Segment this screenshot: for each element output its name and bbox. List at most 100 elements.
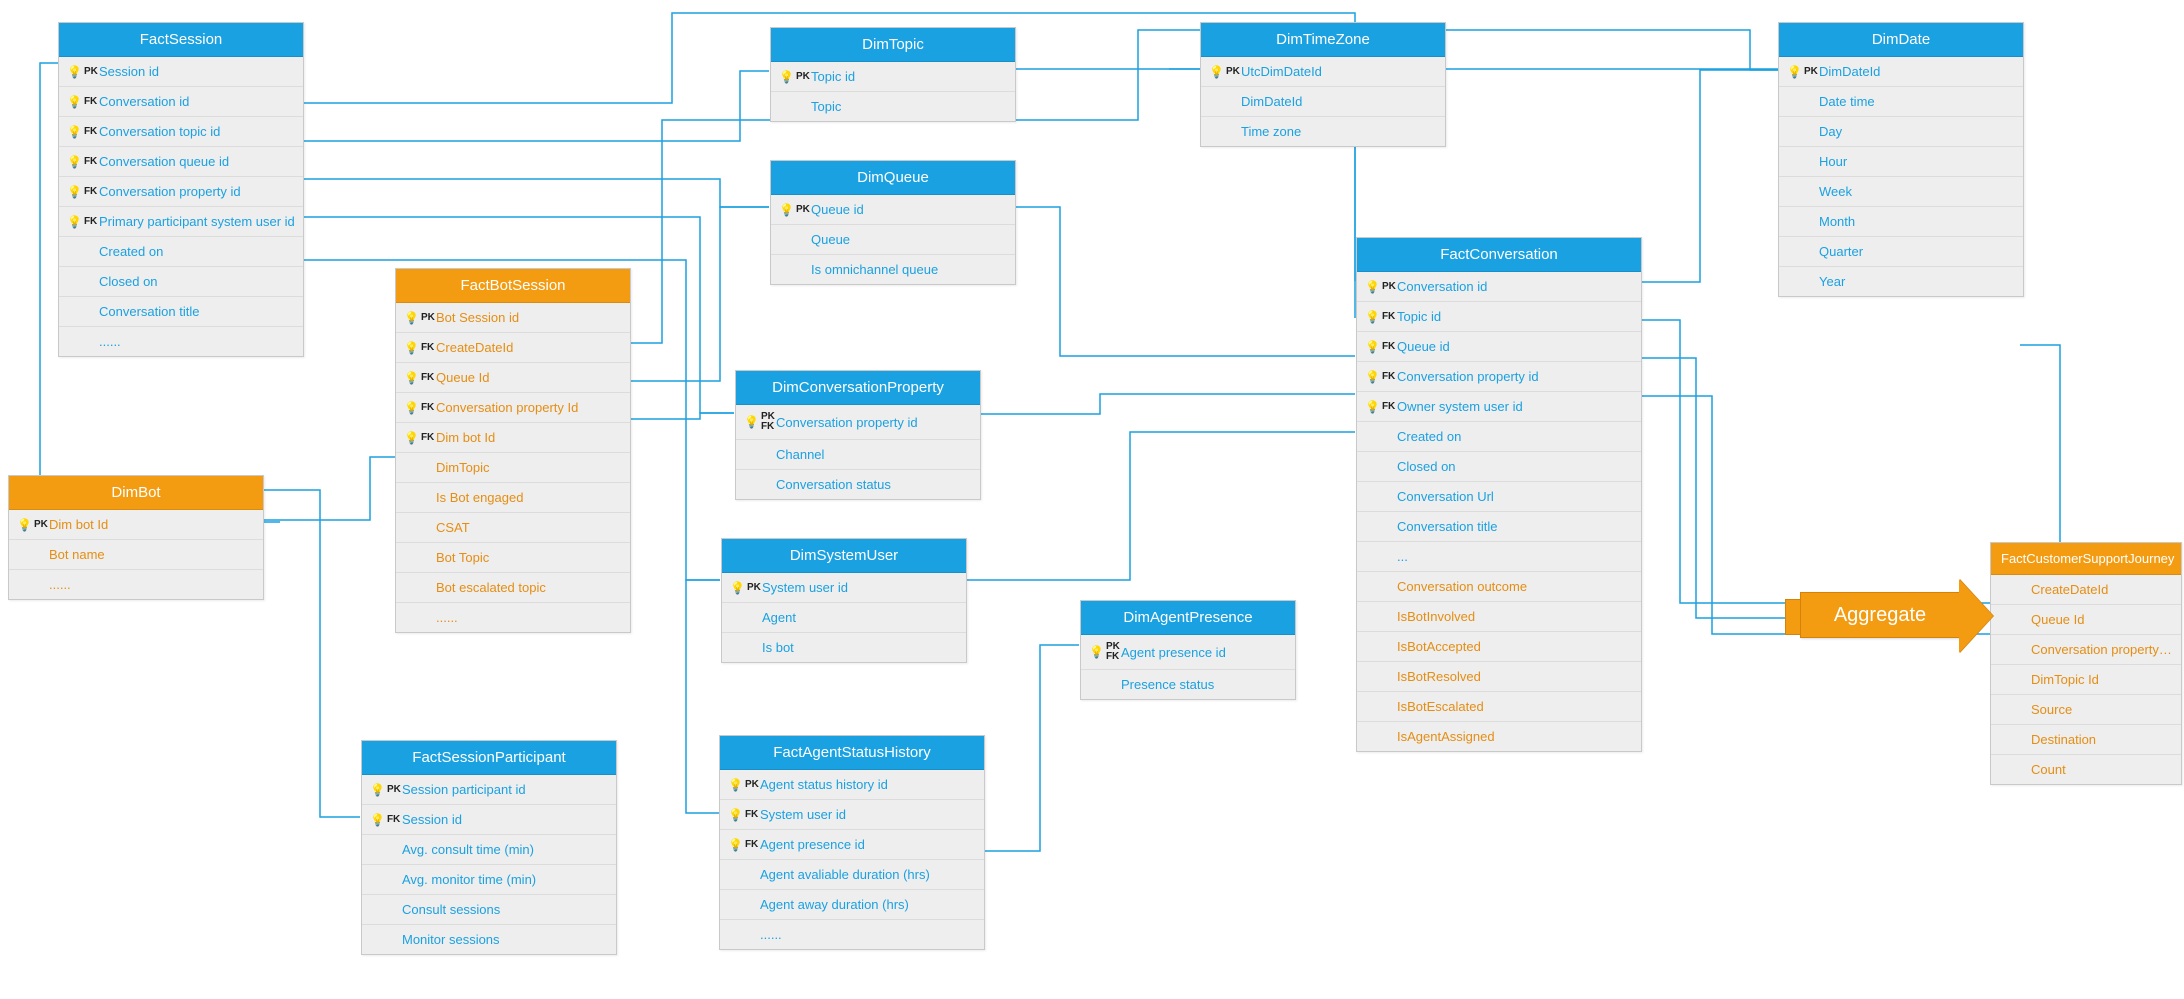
entity-row: Created on (1357, 422, 1641, 452)
entity-fact-conversation[interactable]: FactConversation 💡PKConversation id💡FKTo… (1356, 237, 1642, 752)
field-label: Queue id (811, 202, 1007, 217)
entity-row: Topic (771, 92, 1015, 121)
entity-row: 💡PKFKConversation property id (736, 405, 980, 440)
entity-row: 💡FKConversation queue id (59, 147, 303, 177)
entity-body: 💡PKDim bot IdBot name...... (9, 510, 263, 599)
lightbulb-icon: 💡 (67, 157, 82, 167)
entity-row: Avg. monitor time (min) (362, 865, 616, 895)
entity-row: Closed on (1357, 452, 1641, 482)
field-label: Conversation outcome (1397, 579, 1633, 594)
field-label: Dim bot Id (436, 430, 622, 445)
field-label: Quarter (1819, 244, 2015, 259)
field-label: Conversation id (99, 94, 295, 109)
field-label: Bot Topic (436, 550, 622, 565)
entity-dim-queue[interactable]: DimQueue 💡PKQueue idQueueIs omnichannel … (770, 160, 1016, 285)
entity-dim-time-zone[interactable]: DimTimeZone 💡PKUtcDimDateIdDimDateIdTime… (1200, 22, 1446, 147)
entity-body: 💡PKFKConversation property id Channel Conv… (736, 405, 980, 499)
entity-row: 💡FKConversation id (59, 87, 303, 117)
entity-row: 💡PKAgent status history id (720, 770, 984, 800)
field-label: Day (1819, 124, 2015, 139)
lightbulb-icon: 💡 (404, 403, 419, 413)
entity-row: Agent (722, 603, 966, 633)
entity-title: FactConversation (1357, 238, 1641, 272)
entity-title: DimBot (9, 476, 263, 510)
key-indicator: 💡FK (404, 433, 436, 443)
entity-row: 💡PKBot Session id (396, 303, 630, 333)
entity-row: Agent avaliable duration (hrs) (720, 860, 984, 890)
field-label: IsAgentAssigned (1397, 729, 1633, 744)
entity-row: ...... (59, 327, 303, 356)
entity-dim-bot[interactable]: DimBot 💡PKDim bot IdBot name...... (8, 475, 264, 600)
entity-dim-conversation-property[interactable]: DimConversationProperty 💡PKFKConversatio… (735, 370, 981, 500)
lightbulb-icon: 💡 (728, 810, 743, 820)
entity-row: Conversation property Id (1991, 635, 2181, 665)
entity-title: DimDate (1779, 23, 2023, 57)
entity-row: 💡PKUtcDimDateId (1201, 57, 1445, 87)
entity-fact-customer-support-journey[interactable]: FactCustomerSupportJourney CreateDateIdQ… (1990, 542, 2182, 785)
entity-row: Date time (1779, 87, 2023, 117)
entity-dim-agent-presence[interactable]: DimAgentPresence 💡PKFKAgent presence idP… (1080, 600, 1296, 700)
entity-row: Created on (59, 237, 303, 267)
field-label: Channel (776, 447, 972, 462)
lightbulb-icon: 💡 (67, 127, 82, 137)
entity-fact-session[interactable]: FactSession 💡PKSession id💡FKConversation… (58, 22, 304, 357)
entity-dim-date[interactable]: DimDate 💡PKDimDateIdDate time Day Hour Week… (1778, 22, 2024, 297)
key-indicator: 💡PK (370, 785, 402, 795)
lightbulb-icon: 💡 (404, 343, 419, 353)
field-label: DimTopic (436, 460, 622, 475)
entity-title: FactCustomerSupportJourney (1991, 543, 2181, 575)
key-indicator: 💡PK (1365, 282, 1397, 292)
entity-body: 💡PKBot Session id💡FKCreateDateId💡FKQueue… (396, 303, 630, 632)
field-label: CreateDateId (2031, 582, 2173, 597)
entity-row: Source (1991, 695, 2181, 725)
lightbulb-icon: 💡 (67, 217, 82, 227)
lightbulb-icon: 💡 (779, 205, 794, 215)
key-indicator: 💡PK (779, 205, 811, 215)
entity-row: Consult sessions (362, 895, 616, 925)
entity-row: Conversation status (736, 470, 980, 499)
entity-row: 💡FKQueue Id (396, 363, 630, 393)
field-label: Conversation property id (99, 184, 295, 199)
entity-row: Week (1779, 177, 2023, 207)
field-label: Hour (1819, 154, 2015, 169)
entity-fact-agent-status-history[interactable]: FactAgentStatusHistory 💡PKAgent status h… (719, 735, 985, 950)
field-label: Avg. consult time (min) (402, 842, 608, 857)
field-label: Agent status history id (760, 777, 976, 792)
lightbulb-icon: 💡 (404, 313, 419, 323)
entity-row: 💡FKConversation property id (59, 177, 303, 207)
lightbulb-icon: 💡 (728, 840, 743, 850)
lightbulb-icon: 💡 (1787, 67, 1802, 77)
field-label: Session id (99, 64, 295, 79)
lightbulb-icon: 💡 (1365, 402, 1380, 412)
field-label: Conversation title (1397, 519, 1633, 534)
key-indicator: 💡PK (17, 520, 49, 530)
field-label: Bot name (49, 547, 255, 562)
field-label: IsBotInvolved (1397, 609, 1633, 624)
entity-fact-session-participant[interactable]: FactSessionParticipant 💡PKSession partic… (361, 740, 617, 955)
field-label: ... (1397, 549, 1633, 564)
field-label: Conversation title (99, 304, 295, 319)
entity-row: Monitor sessions (362, 925, 616, 954)
field-label: DimDateId (1819, 64, 2015, 79)
entity-row: CreateDateId (1991, 575, 2181, 605)
entity-fact-bot-session[interactable]: FactBotSession 💡PKBot Session id💡FKCreat… (395, 268, 631, 633)
field-label: Conversation property id (776, 415, 972, 430)
entity-row: 💡FKTopic id (1357, 302, 1641, 332)
field-label: IsBotEscalated (1397, 699, 1633, 714)
entity-row: 💡PKSystem user id (722, 573, 966, 603)
entity-row: Time zone (1201, 117, 1445, 146)
entity-dim-system-user[interactable]: DimSystemUser 💡PKSystem user idAgentIs b… (721, 538, 967, 663)
entity-row: CSAT (396, 513, 630, 543)
field-label: Bot escalated topic (436, 580, 622, 595)
field-label: Queue Id (436, 370, 622, 385)
entity-row: 💡PKDimDateId (1779, 57, 2023, 87)
entity-row: 💡PKQueue id (771, 195, 1015, 225)
entity-row: ...... (9, 570, 263, 599)
entity-title: DimTopic (771, 28, 1015, 62)
entity-row: Conversation title (59, 297, 303, 327)
entity-row: 💡FKConversation property id (1357, 362, 1641, 392)
entity-row: 💡PKTopic id (771, 62, 1015, 92)
entity-row: IsBotInvolved (1357, 602, 1641, 632)
entity-dim-topic[interactable]: DimTopic 💡PKTopic idTopic (770, 27, 1016, 122)
lightbulb-icon: 💡 (67, 67, 82, 77)
